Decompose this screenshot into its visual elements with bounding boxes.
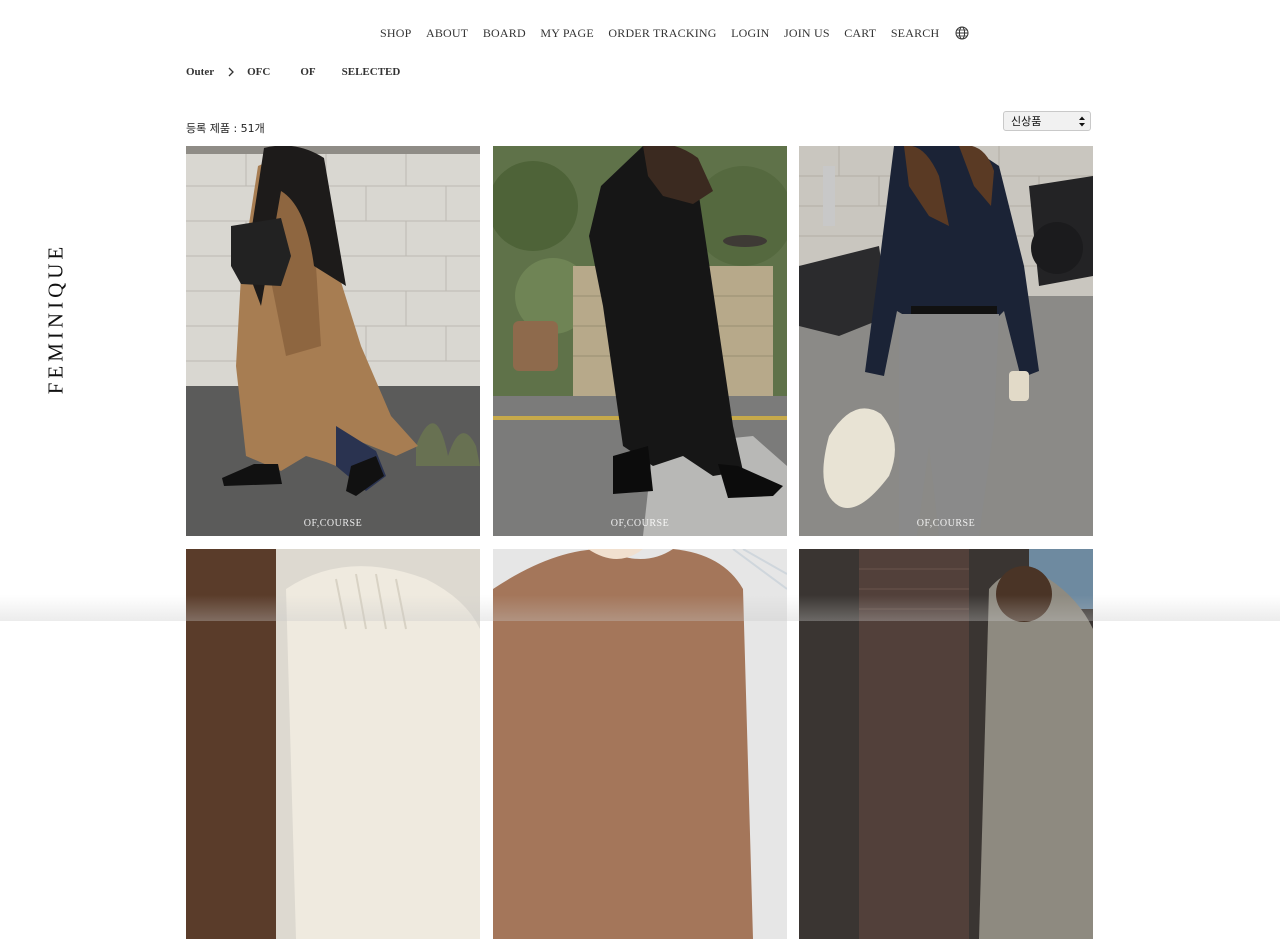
product-watermark: OF,COURSE bbox=[916, 518, 976, 529]
nav-cart[interactable]: CART bbox=[844, 26, 876, 41]
chevron-right-icon bbox=[228, 67, 235, 77]
nav-join-us[interactable]: JOIN US bbox=[784, 26, 830, 41]
sort-select[interactable]: 신상품 bbox=[1003, 111, 1091, 131]
camel-wrap-coat-photo bbox=[186, 146, 480, 536]
filter-selected[interactable]: SELECTED bbox=[342, 66, 401, 78]
sort-selected-value: 신상품 bbox=[1011, 115, 1042, 128]
product-card[interactable] bbox=[799, 549, 1093, 939]
globe-icon[interactable] bbox=[955, 26, 969, 40]
nav-my-page[interactable]: MY PAGE bbox=[540, 26, 594, 41]
nav-shop[interactable]: SHOP bbox=[380, 26, 411, 41]
black-long-coat-photo bbox=[493, 146, 787, 536]
grey-jacket-street-photo bbox=[799, 549, 1093, 939]
filter-of[interactable]: OF bbox=[300, 66, 315, 78]
navy-knit-cardigan-photo bbox=[799, 146, 1093, 536]
nav-order-tracking[interactable]: ORDER TRACKING bbox=[608, 26, 716, 41]
product-card[interactable]: OF,COURSE bbox=[186, 146, 480, 536]
product-watermark: OF,COURSE bbox=[303, 518, 363, 529]
nav-board[interactable]: BOARD bbox=[483, 26, 526, 41]
camel-knit-cardigan-photo bbox=[493, 549, 787, 939]
product-card[interactable] bbox=[493, 549, 787, 939]
filter-ofc[interactable]: OFC bbox=[247, 66, 270, 78]
product-card[interactable] bbox=[186, 549, 480, 939]
product-card[interactable]: OF,COURSE bbox=[493, 146, 787, 536]
top-nav: SHOP ABOUT BOARD MY PAGE ORDER TRACKING … bbox=[380, 24, 969, 42]
product-watermark: OF,COURSE bbox=[610, 518, 670, 529]
breadcrumb-outer[interactable]: Outer bbox=[186, 66, 214, 78]
ivory-knit-photo bbox=[186, 549, 480, 939]
product-card[interactable]: OF,COURSE bbox=[799, 146, 1093, 536]
breadcrumb: Outer OFC OF SELECTED bbox=[186, 64, 400, 80]
brand-logo-text: FEMINIQUE bbox=[43, 242, 68, 394]
nav-search[interactable]: SEARCH bbox=[891, 26, 940, 41]
product-count: 등록 제품 : 51개 bbox=[186, 122, 265, 135]
nav-login[interactable]: LOGIN bbox=[731, 26, 769, 41]
nav-about[interactable]: ABOUT bbox=[426, 26, 468, 41]
select-arrows-icon bbox=[1079, 116, 1085, 126]
brand-logo[interactable]: FEMINIQUE bbox=[38, 236, 74, 400]
